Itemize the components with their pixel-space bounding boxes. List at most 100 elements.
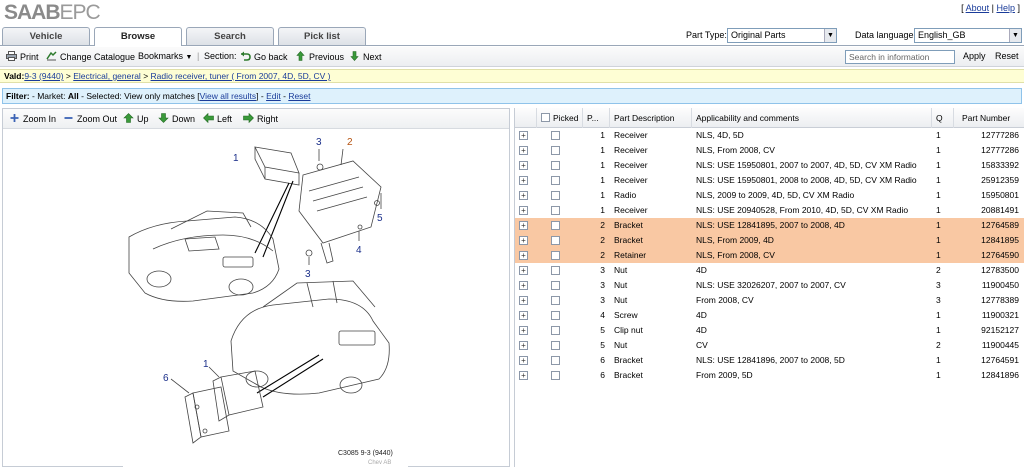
row-part-number[interactable]: 20881491 [954,203,1019,218]
filter-edit-link[interactable]: Edit [266,91,281,101]
table-row[interactable]: +1 Receiver NLS, 4D, 5D 1 12777286 [515,128,1024,143]
row-part-number[interactable]: 15950801 [954,188,1019,203]
table-row[interactable]: +1 Radio NLS, 2009 to 2009, 4D, 5D, CV XM … [515,188,1024,203]
table-row[interactable]: +1 Receiver NLS: USE 15950801, 2007 to 200… [515,158,1024,173]
picked-checkbox[interactable] [551,356,560,365]
expand-row-icon[interactable]: + [519,176,528,185]
expand-row-icon[interactable]: + [519,221,528,230]
row-part-number[interactable]: 12783500 [954,263,1019,278]
picked-checkbox[interactable] [551,206,560,215]
print-button[interactable]: Print [6,51,39,62]
picked-checkbox[interactable] [551,236,560,245]
table-row[interactable]: +6 Bracket NLS: USE 12841896, 2007 to 2008… [515,353,1024,368]
table-row[interactable]: +1 Receiver NLS, From 2008, CV 1 12777286 [515,143,1024,158]
table-row[interactable]: +2 Bracket NLS, From 2009, 4D 1 12841895 [515,233,1024,248]
table-row[interactable]: +1 Receiver NLS: USE 15950801, 2008 to 200… [515,173,1024,188]
picked-checkbox[interactable] [551,341,560,350]
expand-row-icon[interactable]: + [519,296,528,305]
row-part-number[interactable]: 11900445 [954,338,1019,353]
table-row[interactable]: +5 Clip nut 4D 1 92152127 [515,323,1024,338]
callout-6[interactable]: 6 [163,373,169,384]
row-part-number[interactable]: 12841895 [954,233,1019,248]
expand-row-icon[interactable]: + [519,311,528,320]
row-part-number[interactable]: 12764590 [954,248,1019,263]
breadcrumb-section-link[interactable]: Radio receiver, tuner ( From 2007, 4D, 5… [151,71,331,81]
row-part-number[interactable]: 15833392 [954,158,1019,173]
callout-5[interactable]: 5 [377,213,383,224]
callout-4[interactable]: 4 [356,245,362,256]
row-part-number[interactable]: 12777286 [954,128,1019,143]
row-part-number[interactable]: 11900321 [954,308,1019,323]
picked-checkbox[interactable] [551,131,560,140]
picked-checkbox[interactable] [551,326,560,335]
data-language-select[interactable]: English_GB ▼ [914,28,1022,43]
expand-row-icon[interactable]: + [519,341,528,350]
table-row[interactable]: +3 Nut 4D 2 12783500 [515,263,1024,278]
row-part-number[interactable]: 12841896 [954,368,1019,383]
callout-3-bottom[interactable]: 3 [305,269,311,280]
go-back-button[interactable]: Go back [240,51,288,62]
table-row[interactable]: +6 Bracket From 2009, 5D 1 12841896 [515,368,1024,383]
row-part-number[interactable]: 25912359 [954,173,1019,188]
zoom-out-button[interactable]: Zoom Out [63,113,117,124]
col-quantity[interactable]: Q [932,108,954,128]
part-type-select[interactable]: Original Parts ▼ [727,28,837,43]
zoom-in-button[interactable]: Zoom In [9,113,56,124]
picked-checkbox[interactable] [551,191,560,200]
col-part-number[interactable]: Part Number [954,108,1024,128]
previous-button[interactable]: Previous [295,51,344,62]
tab-search[interactable]: Search [186,27,274,45]
col-picked[interactable]: Picked [537,108,583,128]
change-catalogue-button[interactable]: Change Catalogue [46,51,135,62]
row-part-number[interactable]: 92152127 [954,323,1019,338]
search-input[interactable]: Search in information [845,50,955,64]
table-row[interactable]: +3 Nut From 2008, CV 3 12778389 [515,293,1024,308]
expand-row-icon[interactable]: + [519,356,528,365]
expand-row-icon[interactable]: + [519,191,528,200]
picked-checkbox[interactable] [551,371,560,380]
col-applicability[interactable]: Applicability and comments [692,108,932,128]
about-link[interactable]: About [966,3,990,13]
bookmarks-menu[interactable]: Bookmarks ▼ [138,51,192,61]
picked-checkbox[interactable] [551,161,560,170]
expand-row-icon[interactable]: + [519,236,528,245]
expand-row-icon[interactable]: + [519,326,528,335]
callout-3-top[interactable]: 3 [316,137,322,148]
tab-vehicle[interactable]: Vehicle [2,27,90,45]
row-part-number[interactable]: 12777286 [954,143,1019,158]
row-part-number[interactable]: 12778389 [954,293,1019,308]
pan-down-button[interactable]: Down [158,113,195,124]
next-button[interactable]: Next [349,51,382,62]
pan-left-button[interactable]: Left [203,113,232,124]
table-row[interactable]: +3 Nut NLS: USE 32026207, 2007 to 2007, CV… [515,278,1024,293]
expand-row-icon[interactable]: + [519,131,528,140]
expand-row-icon[interactable]: + [519,266,528,275]
breadcrumb-category-link[interactable]: Electrical, general [73,71,141,81]
picked-checkbox[interactable] [551,266,560,275]
callout-1-lower[interactable]: 1 [203,359,209,370]
picked-checkbox[interactable] [551,146,560,155]
col-position[interactable]: P... [583,108,610,128]
filter-reset-link[interactable]: Reset [288,91,310,101]
row-part-number[interactable]: 12764589 [954,218,1019,233]
tab-pick-list[interactable]: Pick list [278,27,366,45]
pan-up-button[interactable]: Up [123,113,149,124]
pan-right-button[interactable]: Right [243,113,278,124]
callout-2[interactable]: 2 [347,137,353,148]
apply-button[interactable]: Apply [963,51,986,61]
callout-1[interactable]: 1 [233,153,239,164]
row-part-number[interactable]: 12764591 [954,353,1019,368]
parts-illustration[interactable]: 1 2 3 3 4 5 1 6 C3085 9-3 (9440) Chev AB [123,131,408,467]
tab-browse[interactable]: Browse [94,27,182,46]
table-row[interactable]: +2 Bracket NLS: USE 12841895, 2007 to 2008… [515,218,1024,233]
help-link[interactable]: Help [996,3,1015,13]
expand-row-icon[interactable]: + [519,371,528,380]
table-row[interactable]: +2 Retainer NLS, From 2008, CV 1 12764590 [515,248,1024,263]
view-all-results-link[interactable]: View all results [200,91,257,101]
expand-row-icon[interactable]: + [519,161,528,170]
picked-checkbox[interactable] [551,221,560,230]
reset-button[interactable]: Reset [995,51,1019,61]
breadcrumb-model-link[interactable]: 9-3 (9440) [24,71,63,81]
expand-row-icon[interactable]: + [519,206,528,215]
picked-checkbox[interactable] [551,251,560,260]
